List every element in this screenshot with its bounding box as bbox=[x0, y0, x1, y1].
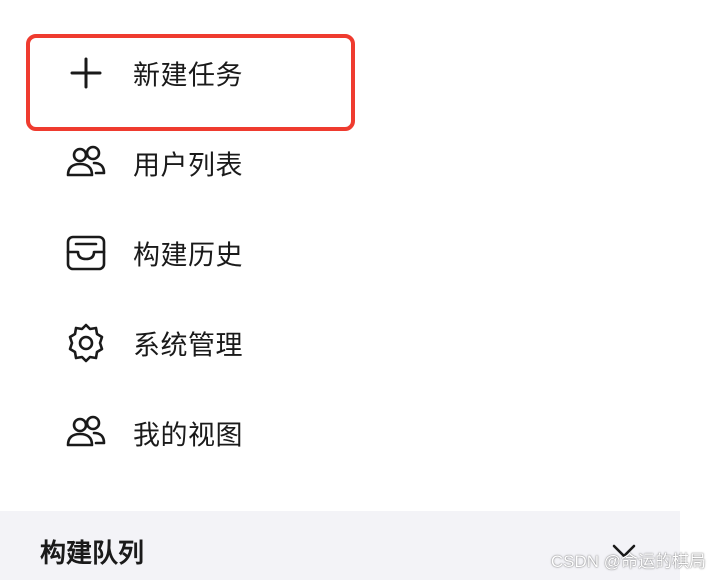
sidebar-item-label: 新建任务 bbox=[133, 60, 243, 92]
sidebar-item-build-history[interactable]: 构建历史 bbox=[0, 208, 680, 298]
users-icon bbox=[64, 411, 108, 455]
sidebar-item-new-task[interactable]: 新建任务 bbox=[0, 28, 680, 118]
users-icon bbox=[64, 141, 108, 185]
sidebar-item-label: 我的视图 bbox=[133, 420, 243, 452]
build-queue-title: 构建队列 bbox=[40, 539, 145, 569]
sidebar-item-label: 用户列表 bbox=[133, 150, 243, 182]
sidebar-item-label: 构建历史 bbox=[133, 240, 243, 272]
sidebar-item-label: 系统管理 bbox=[133, 330, 243, 362]
sidebar-item-user-list[interactable]: 用户列表 bbox=[0, 118, 680, 208]
sidebar-item-system-admin[interactable]: 系统管理 bbox=[0, 298, 680, 388]
inbox-icon bbox=[64, 231, 108, 275]
plus-icon bbox=[64, 51, 108, 95]
watermark: CSDN @命运的棋局 bbox=[550, 552, 706, 571]
sidebar-item-my-views[interactable]: 我的视图 bbox=[0, 388, 680, 478]
gear-icon bbox=[64, 321, 108, 365]
